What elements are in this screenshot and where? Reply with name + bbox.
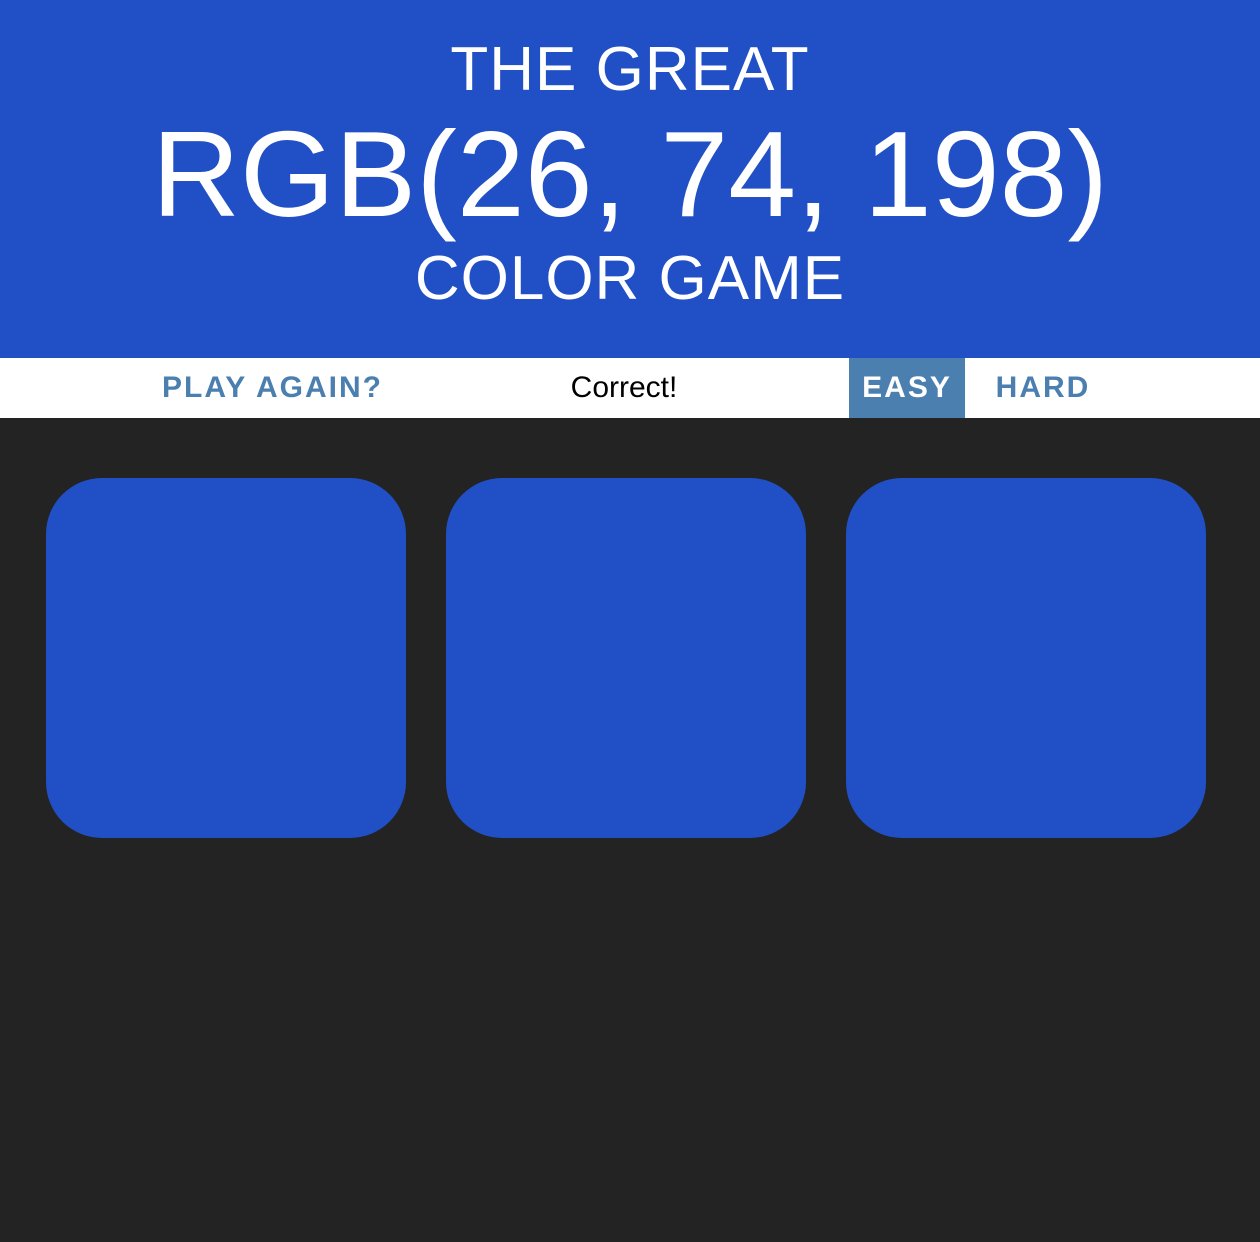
color-square-1[interactable] <box>46 478 406 838</box>
color-square-2[interactable] <box>446 478 806 838</box>
hard-mode-button[interactable]: HARD <box>983 358 1103 418</box>
title-top: THE GREAT <box>450 35 810 104</box>
status-message: Correct! <box>570 371 678 404</box>
control-stripe: PLAY AGAIN? Correct! EASY HARD <box>0 358 1260 418</box>
title-bottom: COLOR GAME <box>414 244 846 313</box>
header: THE GREAT RGB(26, 74, 198) COLOR GAME <box>0 0 1260 358</box>
squares-container <box>0 418 1260 1242</box>
play-again-button[interactable]: PLAY AGAIN? <box>150 358 395 418</box>
color-square-3[interactable] <box>846 478 1206 838</box>
color-display: RGB(26, 74, 198) <box>151 106 1109 242</box>
easy-mode-button[interactable]: EASY <box>849 358 965 418</box>
